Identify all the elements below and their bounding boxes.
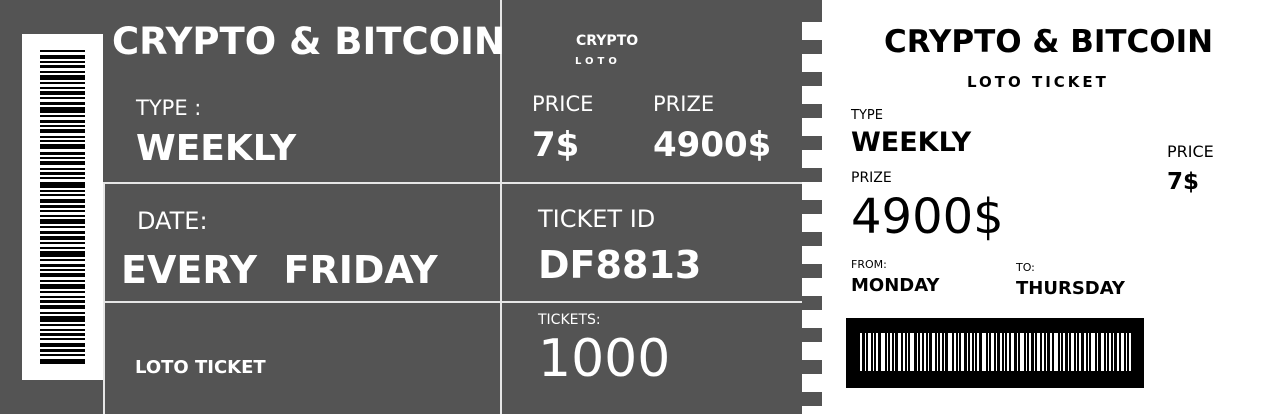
stub-prize-value: 4900$ [851,189,1004,245]
stub-from-label: FROM: [851,258,887,271]
stub-to-label: TO: [1016,261,1035,274]
stub-subtitle: LOTO TICKET [967,73,1109,91]
stub-price-value: 7$ [1167,169,1200,195]
brand-name: CRYPTO [576,33,639,49]
stub-from-value: MONDAY [851,275,940,296]
stub-price-label: PRICE [1167,142,1214,161]
perforation-edge [802,0,822,414]
stub-type-value: WEEKLY [851,127,972,158]
stub-type-label: TYPE [851,108,883,123]
prize-value: 4900$ [653,125,772,165]
divider-row-1 [103,182,802,184]
date-label: DATE: [137,207,208,235]
prize-label: PRIZE [653,92,715,116]
divider-left [103,183,105,414]
ticket-id-value: DF8813 [538,243,702,287]
brand-sub: LOTO [575,56,621,67]
horizontal-barcode-icon [846,318,1144,388]
type-label: TYPE : [136,96,202,120]
price-label: PRICE [532,92,594,116]
stub-prize-label: PRIZE [851,170,892,186]
loto-ticket: CRYPTO & BITCOIN TYPE : WEEKLY DATE: EVE… [0,0,1280,414]
price-value: 7$ [532,125,580,165]
stub-title: CRYPTO & BITCOIN [884,24,1214,60]
tickets-label: TICKETS: [538,312,601,328]
vertical-barcode-icon [22,34,103,380]
main-title: CRYPTO & BITCOIN [112,20,505,63]
tickets-value: 1000 [538,329,671,389]
ticket-id-label: TICKET ID [538,205,656,233]
stub-to-value: THURSDAY [1016,278,1125,299]
divider-row-2 [103,301,802,303]
footer-loto-ticket: LOTO TICKET [135,357,266,378]
date-value: EVERY FRIDAY [121,248,438,292]
type-value: WEEKLY [136,128,297,169]
ticket-main-panel: CRYPTO & BITCOIN TYPE : WEEKLY DATE: EVE… [0,0,822,414]
